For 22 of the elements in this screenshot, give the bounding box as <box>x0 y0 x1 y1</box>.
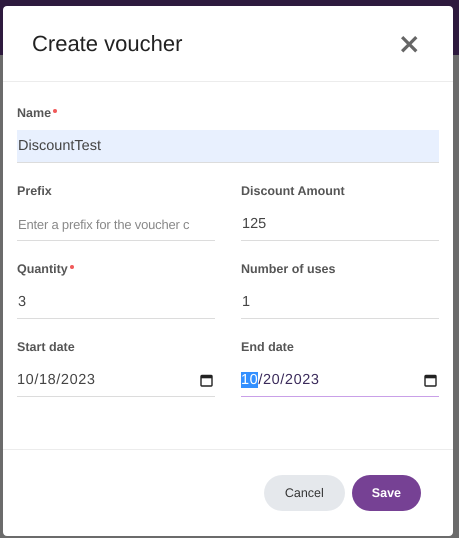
save-button[interactable]: Save <box>352 475 421 511</box>
cancel-button[interactable]: Cancel <box>264 475 345 511</box>
text-field[interactable]: DiscountTest <box>17 130 439 163</box>
field-label: Start date <box>17 340 75 354</box>
dialog-title: Create voucher <box>32 30 182 56</box>
field-label: Quantity <box>17 262 74 276</box>
calendar-icon[interactable] <box>424 374 437 386</box>
field-label: End date <box>241 340 294 354</box>
close-button[interactable]: × <box>394 30 425 58</box>
calendar-icon[interactable] <box>200 374 213 386</box>
field-label: Prefix <box>17 184 52 198</box>
field-label: Name <box>17 106 58 120</box>
date-field[interactable]: 10/18/2023 <box>17 364 215 397</box>
date-value: 10/18/2023 <box>17 372 96 388</box>
date-field[interactable]: 10/20/2023 <box>241 364 439 397</box>
text-field[interactable]: 3 <box>17 286 215 319</box>
text-field[interactable]: Enter a prefix for the voucher c <box>17 208 215 241</box>
text-field[interactable]: 1 <box>241 286 439 319</box>
date-value: 10/20/2023 <box>241 372 320 388</box>
field-label: Discount Amount <box>241 184 345 198</box>
field-label: Number of uses <box>241 262 336 276</box>
text-field[interactable]: 125 <box>241 208 439 241</box>
